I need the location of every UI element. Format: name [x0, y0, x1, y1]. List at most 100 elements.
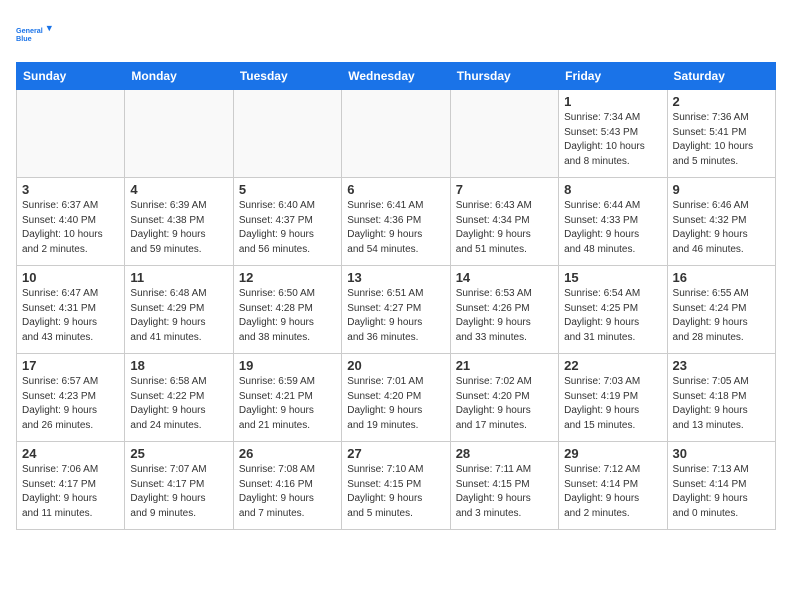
day-info: Sunrise: 7:06 AMSunset: 4:17 PMDaylight:… — [22, 463, 119, 521]
day-info: Sunrise: 6:48 AMSunset: 4:29 PMDaylight:… — [130, 287, 227, 345]
day-info: Sunrise: 6:37 AMSunset: 4:40 PMDaylight:… — [22, 199, 119, 257]
day-number: 20 — [347, 358, 444, 373]
day-number: 27 — [347, 446, 444, 461]
svg-text:General: General — [16, 26, 43, 35]
svg-text:Blue: Blue — [16, 34, 32, 43]
calendar-cell: 7 Sunrise: 6:43 AMSunset: 4:34 PMDaylight… — [450, 178, 558, 266]
day-number: 21 — [456, 358, 553, 373]
day-number: 29 — [564, 446, 661, 461]
calendar-cell: 24Sunrise: 7:06 AMSunset: 4:17 PMDayligh… — [17, 442, 125, 530]
day-info: Sunrise: 6:46 AMSunset: 4:32 PMDaylight:… — [673, 199, 770, 257]
calendar-cell: 25Sunrise: 7:07 AMSunset: 4:17 PMDayligh… — [125, 442, 233, 530]
day-number: 11 — [130, 270, 227, 285]
day-info: Sunrise: 6:50 AMSunset: 4:28 PMDaylight:… — [239, 287, 336, 345]
day-number: 22 — [564, 358, 661, 373]
day-number: 4 — [130, 182, 227, 197]
calendar-cell: 8 Sunrise: 6:44 AMSunset: 4:33 PMDaylight… — [559, 178, 667, 266]
day-number: 8 — [564, 182, 661, 197]
calendar-cell: 12Sunrise: 6:50 AMSunset: 4:28 PMDayligh… — [233, 266, 341, 354]
day-info: Sunrise: 6:54 AMSunset: 4:25 PMDaylight:… — [564, 287, 661, 345]
day-info: Sunrise: 6:55 AMSunset: 4:24 PMDaylight:… — [673, 287, 770, 345]
weekday-header-thursday: Thursday — [450, 63, 558, 90]
calendar-cell: 26 Sunrise: 7:08 AMSunset: 4:16 PMDayligh… — [233, 442, 341, 530]
weekday-header-sunday: Sunday — [17, 63, 125, 90]
calendar-cell: 18 Sunrise: 6:58 AMSunset: 4:22 PMDayligh… — [125, 354, 233, 442]
day-info: Sunrise: 6:58 AMSunset: 4:22 PMDaylight:… — [130, 375, 227, 433]
calendar-cell: 21 Sunrise: 7:02 AMSunset: 4:20 PMDayligh… — [450, 354, 558, 442]
day-info: Sunrise: 7:13 AMSunset: 4:14 PMDaylight:… — [673, 463, 770, 521]
day-number: 2 — [673, 94, 770, 109]
day-number: 10 — [22, 270, 119, 285]
calendar-cell: 29 Sunrise: 7:12 AMSunset: 4:14 PMDayligh… — [559, 442, 667, 530]
day-number: 13 — [347, 270, 444, 285]
calendar-cell: 3 Sunrise: 6:37 AMSunset: 4:40 PMDaylight… — [17, 178, 125, 266]
day-info: Sunrise: 6:43 AMSunset: 4:34 PMDaylight:… — [456, 199, 553, 257]
day-number: 28 — [456, 446, 553, 461]
day-number: 30 — [673, 446, 770, 461]
header: GeneralBlue — [16, 16, 776, 52]
calendar-cell — [17, 90, 125, 178]
day-number: 17 — [22, 358, 119, 373]
day-number: 1 — [564, 94, 661, 109]
day-number: 14 — [456, 270, 553, 285]
day-number: 5 — [239, 182, 336, 197]
calendar-cell: 2 Sunrise: 7:36 AMSunset: 5:41 PMDaylight… — [667, 90, 775, 178]
weekday-header-wednesday: Wednesday — [342, 63, 450, 90]
day-number: 7 — [456, 182, 553, 197]
day-info: Sunrise: 6:44 AMSunset: 4:33 PMDaylight:… — [564, 199, 661, 257]
week-row-3: 10 Sunrise: 6:47 AMSunset: 4:31 PMDayligh… — [17, 266, 776, 354]
calendar-cell: 6Sunrise: 6:41 AMSunset: 4:36 PMDaylight… — [342, 178, 450, 266]
day-info: Sunrise: 7:01 AMSunset: 4:20 PMDaylight:… — [347, 375, 444, 433]
weekday-header-tuesday: Tuesday — [233, 63, 341, 90]
calendar-cell: 5 Sunrise: 6:40 AMSunset: 4:37 PMDaylight… — [233, 178, 341, 266]
calendar-cell: 9 Sunrise: 6:46 AMSunset: 4:32 PMDaylight… — [667, 178, 775, 266]
calendar-cell: 13 Sunrise: 6:51 AMSunset: 4:27 PMDayligh… — [342, 266, 450, 354]
weekday-header-saturday: Saturday — [667, 63, 775, 90]
weekday-header-friday: Friday — [559, 63, 667, 90]
day-info: Sunrise: 7:02 AMSunset: 4:20 PMDaylight:… — [456, 375, 553, 433]
day-info: Sunrise: 7:03 AMSunset: 4:19 PMDaylight:… — [564, 375, 661, 433]
day-number: 18 — [130, 358, 227, 373]
day-info: Sunrise: 7:10 AMSunset: 4:15 PMDaylight:… — [347, 463, 444, 521]
calendar-table: SundayMondayTuesdayWednesdayThursdayFrid… — [16, 62, 776, 530]
calendar-cell: 1 Sunrise: 7:34 AMSunset: 5:43 PMDaylight… — [559, 90, 667, 178]
day-info: Sunrise: 7:36 AMSunset: 5:41 PMDaylight:… — [673, 111, 770, 169]
week-row-4: 17 Sunrise: 6:57 AMSunset: 4:23 PMDayligh… — [17, 354, 776, 442]
day-number: 25 — [130, 446, 227, 461]
day-info: Sunrise: 6:39 AMSunset: 4:38 PMDaylight:… — [130, 199, 227, 257]
calendar-cell: 28Sunrise: 7:11 AMSunset: 4:15 PMDayligh… — [450, 442, 558, 530]
day-number: 9 — [673, 182, 770, 197]
week-row-5: 24Sunrise: 7:06 AMSunset: 4:17 PMDayligh… — [17, 442, 776, 530]
calendar-cell: 23Sunrise: 7:05 AMSunset: 4:18 PMDayligh… — [667, 354, 775, 442]
day-info: Sunrise: 6:51 AMSunset: 4:27 PMDaylight:… — [347, 287, 444, 345]
calendar-cell — [342, 90, 450, 178]
day-info: Sunrise: 6:47 AMSunset: 4:31 PMDaylight:… — [22, 287, 119, 345]
calendar-cell — [233, 90, 341, 178]
logo-icon: GeneralBlue — [16, 16, 52, 52]
calendar-cell: 19Sunrise: 6:59 AMSunset: 4:21 PMDayligh… — [233, 354, 341, 442]
day-number: 3 — [22, 182, 119, 197]
week-row-2: 3 Sunrise: 6:37 AMSunset: 4:40 PMDaylight… — [17, 178, 776, 266]
day-info: Sunrise: 6:53 AMSunset: 4:26 PMDaylight:… — [456, 287, 553, 345]
calendar-cell: 27 Sunrise: 7:10 AMSunset: 4:15 PMDayligh… — [342, 442, 450, 530]
calendar-cell: 17 Sunrise: 6:57 AMSunset: 4:23 PMDayligh… — [17, 354, 125, 442]
logo: GeneralBlue — [16, 16, 52, 52]
day-number: 16 — [673, 270, 770, 285]
day-info: Sunrise: 6:40 AMSunset: 4:37 PMDaylight:… — [239, 199, 336, 257]
day-number: 26 — [239, 446, 336, 461]
calendar-cell: 14 Sunrise: 6:53 AMSunset: 4:26 PMDayligh… — [450, 266, 558, 354]
day-info: Sunrise: 6:41 AMSunset: 4:36 PMDaylight:… — [347, 199, 444, 257]
calendar-cell: 30 Sunrise: 7:13 AMSunset: 4:14 PMDayligh… — [667, 442, 775, 530]
week-row-1: 1 Sunrise: 7:34 AMSunset: 5:43 PMDaylight… — [17, 90, 776, 178]
day-info: Sunrise: 7:12 AMSunset: 4:14 PMDaylight:… — [564, 463, 661, 521]
calendar-cell: 11 Sunrise: 6:48 AMSunset: 4:29 PMDayligh… — [125, 266, 233, 354]
calendar-cell — [125, 90, 233, 178]
day-info: Sunrise: 7:08 AMSunset: 4:16 PMDaylight:… — [239, 463, 336, 521]
calendar-cell: 10 Sunrise: 6:47 AMSunset: 4:31 PMDayligh… — [17, 266, 125, 354]
day-info: Sunrise: 6:59 AMSunset: 4:21 PMDaylight:… — [239, 375, 336, 433]
day-info: Sunrise: 7:34 AMSunset: 5:43 PMDaylight:… — [564, 111, 661, 169]
calendar-cell: 16 Sunrise: 6:55 AMSunset: 4:24 PMDayligh… — [667, 266, 775, 354]
day-number: 23 — [673, 358, 770, 373]
calendar-cell: 22 Sunrise: 7:03 AMSunset: 4:19 PMDayligh… — [559, 354, 667, 442]
day-info: Sunrise: 6:57 AMSunset: 4:23 PMDaylight:… — [22, 375, 119, 433]
